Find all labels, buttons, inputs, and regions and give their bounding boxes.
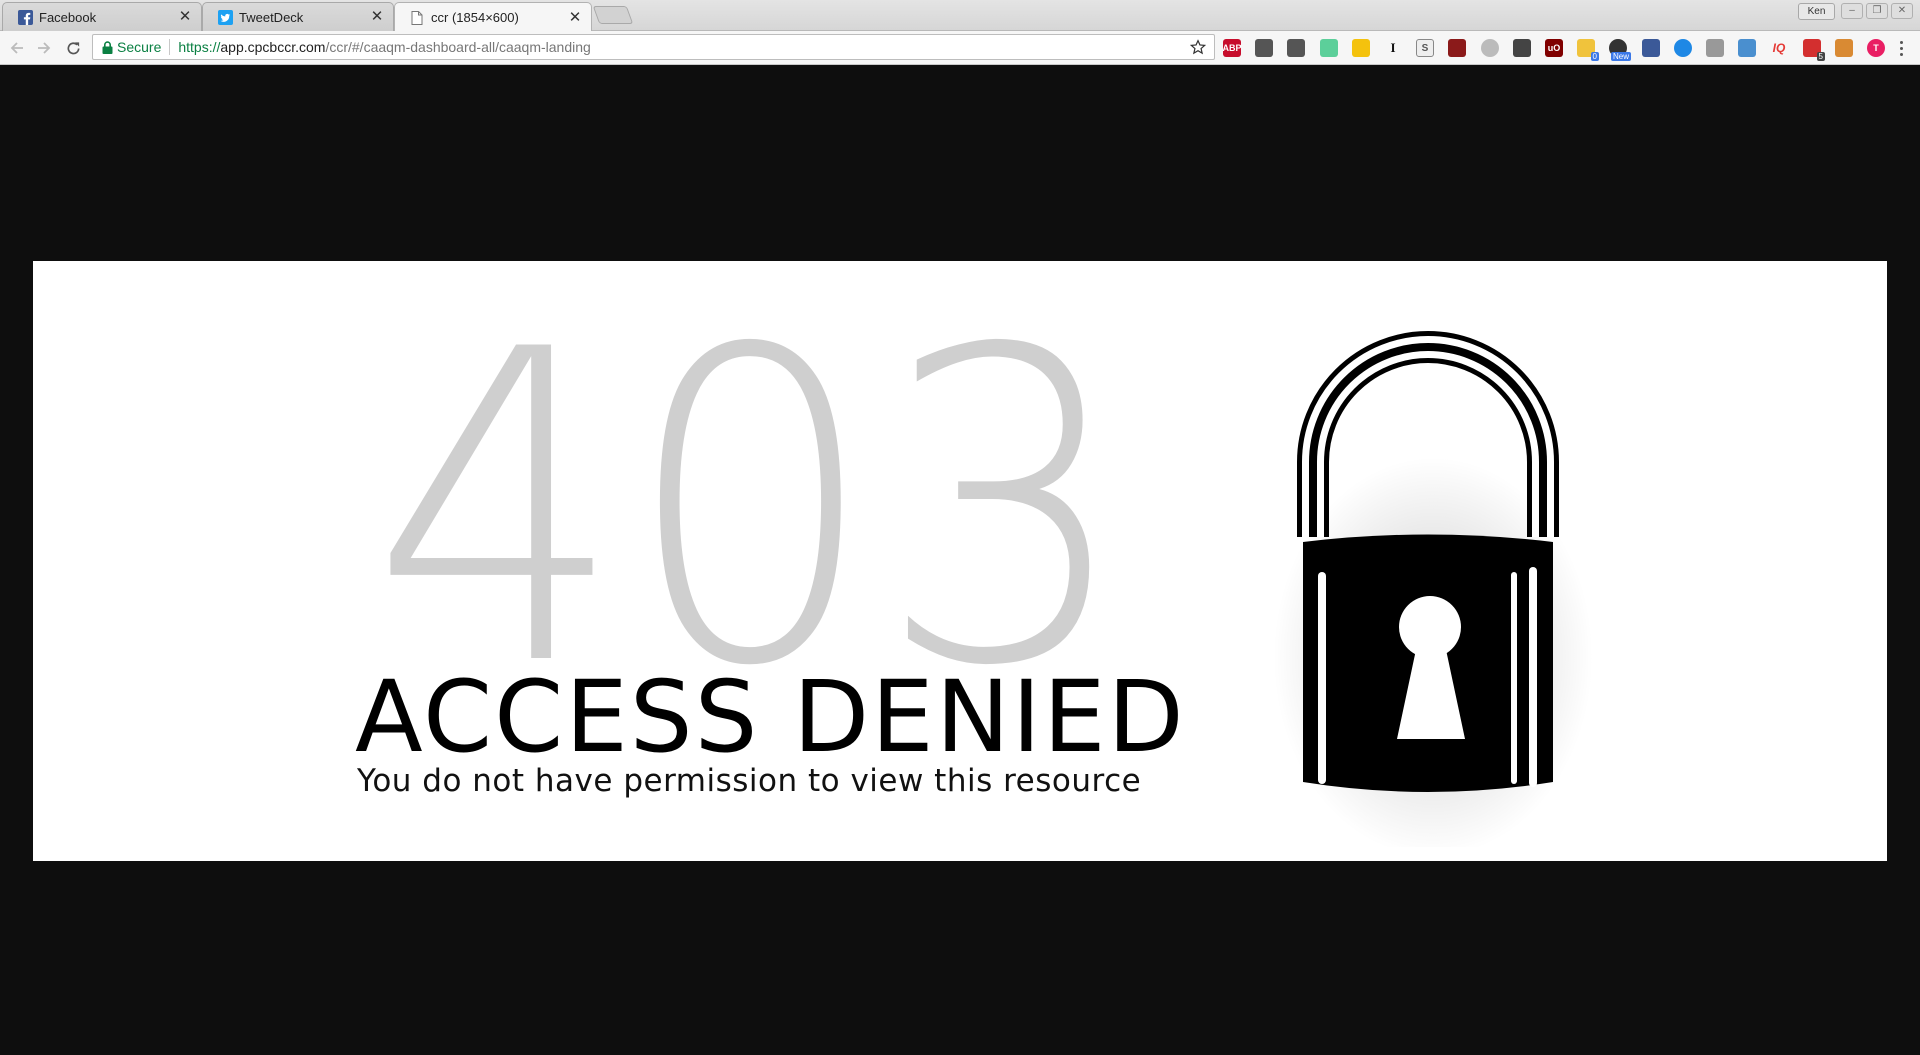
extension-badge: 0: [1590, 52, 1599, 61]
extension-badge: New: [1610, 52, 1631, 61]
back-button[interactable]: [8, 39, 26, 57]
bag-icon[interactable]: [1835, 39, 1853, 57]
eye-dropper-icon[interactable]: [1738, 39, 1756, 57]
tab-title: Facebook: [39, 9, 97, 25]
share-icon[interactable]: [1255, 39, 1273, 57]
maximize-button[interactable]: ❐: [1866, 3, 1888, 19]
reload-icon: [67, 41, 79, 54]
close-tab-icon[interactable]: ✕: [369, 9, 385, 25]
grammarly-icon[interactable]: [1320, 39, 1338, 57]
url-path: /ccr/#/caaqm-dashboard-all/caaqm-landing: [325, 39, 591, 55]
t-extension-icon[interactable]: T: [1867, 39, 1885, 57]
tweetdeck-icon: [217, 9, 233, 25]
tab-title: TweetDeck: [239, 9, 304, 25]
folder-icon[interactable]: 0: [1577, 39, 1599, 61]
divider: [169, 39, 171, 55]
blue-circle-icon[interactable]: [1674, 39, 1692, 57]
extension-label: T: [1873, 43, 1879, 53]
ublock-icon[interactable]: uO: [1545, 39, 1563, 57]
extension-label: IQ: [1772, 41, 1786, 55]
lock-icon: [102, 40, 113, 54]
access-denied-heading: ACCESS DENIED: [355, 660, 1186, 775]
image-icon[interactable]: [1706, 39, 1724, 57]
facebook-icon: [17, 9, 33, 25]
extension-label: uO: [1547, 43, 1561, 53]
extension-badge: 5: [1816, 52, 1825, 61]
bookmark-star-icon[interactable]: [1190, 39, 1206, 55]
tab-title: ccr (1854×600): [431, 10, 519, 25]
tab-strip: Facebook ✕ TweetDeck ✕ ccr (1854×600) ✕ …: [0, 0, 1920, 32]
evernote-icon[interactable]: [1287, 39, 1305, 57]
close-tab-icon[interactable]: ✕: [567, 9, 583, 26]
url-host: app.cpcbccr.com: [220, 39, 326, 55]
browser-toolbar: Secure https:// app.cpcbccr.com /ccr/#/c…: [0, 31, 1920, 65]
gray-circle-icon[interactable]: [1481, 39, 1499, 57]
tab-ccr[interactable]: ccr (1854×600) ✕: [394, 2, 592, 32]
address-bar[interactable]: Secure https:// app.cpcbccr.com /ccr/#/c…: [92, 34, 1215, 60]
tools-icon[interactable]: [1642, 39, 1660, 57]
keep-icon[interactable]: [1352, 39, 1370, 57]
red-square-icon[interactable]: [1448, 39, 1466, 57]
permission-message: You do not have permission to view this …: [357, 763, 1142, 799]
iq-icon[interactable]: IQ: [1770, 39, 1788, 57]
close-tab-icon[interactable]: ✕: [177, 9, 193, 25]
tab-facebook[interactable]: Facebook ✕: [2, 2, 202, 31]
error-banner: 403 ACCESS DENIED You do not have permis…: [33, 261, 1887, 861]
reload-button[interactable]: [64, 39, 82, 57]
s-extension-icon[interactable]: S: [1416, 39, 1434, 57]
extension-label: S: [1421, 42, 1429, 54]
profile-button[interactable]: Ken: [1798, 3, 1835, 20]
instapaper-icon[interactable]: I: [1384, 39, 1402, 57]
new-extension-icon[interactable]: New: [1609, 39, 1631, 61]
browser-menu-icon[interactable]: [1894, 38, 1908, 58]
close-window-button[interactable]: ✕: [1891, 3, 1913, 19]
new-tab-button[interactable]: [592, 6, 634, 24]
pocket-icon[interactable]: [1513, 39, 1531, 57]
extension-label: ABP: [1222, 43, 1242, 53]
tab-tweetdeck[interactable]: TweetDeck ✕: [202, 2, 394, 31]
document-icon: [409, 10, 425, 26]
counter-icon[interactable]: 5: [1803, 39, 1825, 61]
forward-arrow-icon: [38, 42, 51, 54]
minimize-button[interactable]: –: [1841, 3, 1863, 19]
forward-button[interactable]: [35, 39, 53, 57]
back-arrow-icon: [10, 42, 23, 54]
url-scheme: https://: [178, 39, 221, 55]
security-label: Secure: [117, 39, 162, 55]
extension-label: I: [1390, 40, 1396, 55]
padlock-icon: [1273, 331, 1593, 847]
adblock-plus-icon[interactable]: ABP: [1222, 39, 1242, 57]
